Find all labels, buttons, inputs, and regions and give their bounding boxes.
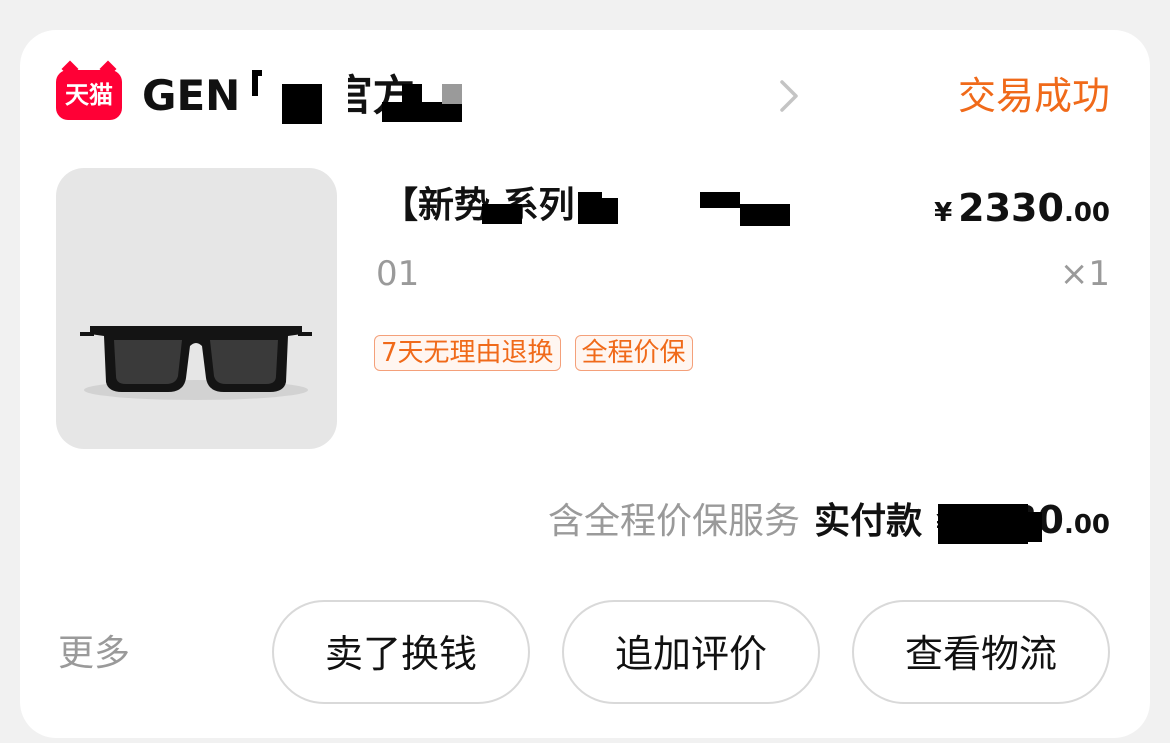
chevron-right-icon[interactable]: [774, 74, 804, 118]
product-image[interactable]: [56, 168, 337, 449]
paid-label: 实付款: [814, 501, 923, 542]
tag-return-policy: 7天无理由退换: [374, 335, 561, 371]
order-status: 交易成功: [957, 74, 1110, 118]
privacy-mask: [578, 198, 618, 224]
tmall-logo[interactable]: 天猫: [56, 70, 122, 120]
more-button[interactable]: 更多: [58, 630, 130, 678]
product-sku: 01: [376, 254, 420, 294]
tmall-logo-text: 天猫: [65, 81, 113, 109]
product-title[interactable]: 【新势 系列...: [382, 178, 922, 234]
privacy-mask: [1028, 512, 1042, 542]
privacy-mask: [740, 204, 790, 226]
privacy-mask: [382, 102, 462, 122]
price-integer: 2330: [958, 186, 1064, 230]
privacy-mask: [402, 84, 422, 104]
product-price: ¥2330.00: [934, 180, 1110, 236]
product-quantity: ×1: [1059, 254, 1110, 294]
privacy-mask: [482, 204, 522, 224]
privacy-mask: [938, 504, 1028, 544]
tag-price-protection: 全程价保: [574, 335, 693, 371]
sell-button[interactable]: 卖了换钱: [272, 600, 530, 704]
privacy-mask: [442, 84, 462, 104]
order-card: 天猫 GEN ER 官方... 交易成功 【新势 系列...: [20, 30, 1150, 738]
privacy-mask: [700, 192, 740, 208]
shop-name[interactable]: GEN ER 官方...: [142, 66, 742, 126]
add-review-button[interactable]: 追加评价: [562, 600, 820, 704]
sunglasses-icon: [80, 326, 312, 400]
payment-summary: 含全程价保服务 实付款 ¥2330.00: [548, 492, 1110, 548]
view-logistics-button[interactable]: 查看物流: [852, 600, 1110, 704]
price-decimal: .00: [1063, 198, 1110, 228]
price-currency: ¥: [934, 198, 953, 228]
paid-decimal: .00: [1063, 510, 1110, 540]
service-note: 含全程价保服务: [548, 501, 801, 542]
service-tags: 7天无理由退换 全程价保: [374, 335, 693, 371]
privacy-mask: [282, 84, 322, 124]
